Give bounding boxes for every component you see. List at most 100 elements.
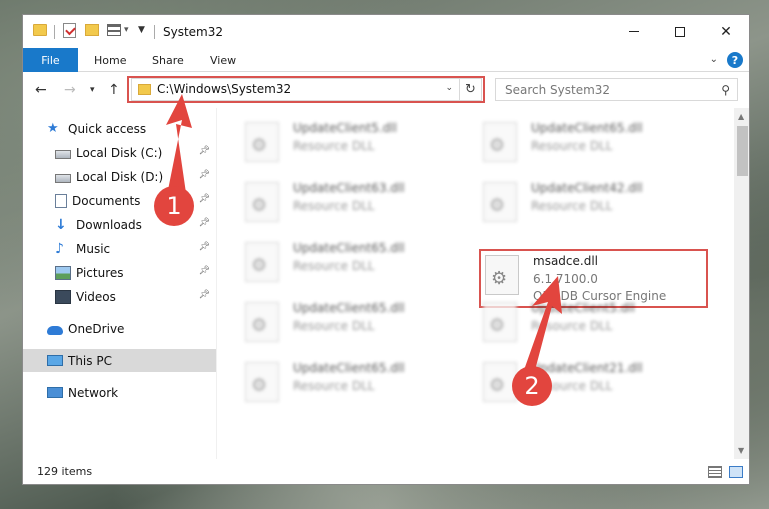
- file-type: Resource DLL: [293, 199, 375, 213]
- customize-toolbar-icon[interactable]: ▼: [138, 25, 145, 35]
- sidebar-item-pictures[interactable]: Pictures 📌︎: [23, 261, 216, 284]
- dll-file-icon: [483, 182, 517, 222]
- file-name: UpdateClient65.dll: [293, 361, 405, 375]
- dll-file-icon: [245, 362, 279, 402]
- minimize-icon: [629, 31, 639, 32]
- file-name: UpdateClient65.dll: [293, 241, 405, 255]
- divider: [54, 25, 55, 39]
- properties-icon[interactable]: [63, 23, 76, 38]
- disk-icon: [55, 173, 71, 183]
- sidebar-item-local-disk-c[interactable]: Local Disk (C:) 📌︎: [23, 141, 216, 164]
- sidebar-item-label: Quick access: [68, 121, 147, 136]
- search-placeholder: Search System32: [505, 83, 611, 97]
- scroll-thumb[interactable]: [737, 126, 748, 176]
- close-button[interactable]: ✕: [703, 15, 749, 48]
- item-count: 129 items: [37, 465, 93, 478]
- folder-icon[interactable]: [33, 24, 47, 36]
- sidebar-item-label: This PC: [68, 353, 112, 368]
- dll-file-icon: [483, 302, 517, 342]
- pictures-icon: [55, 265, 71, 280]
- maximize-icon: [675, 26, 685, 37]
- tab-share[interactable]: Share: [152, 48, 184, 72]
- sidebar-item-quick-access[interactable]: ★ Quick access: [23, 117, 216, 140]
- sidebar-item-label: Pictures: [76, 265, 124, 280]
- tiles-view-icon[interactable]: [729, 466, 743, 478]
- videos-icon: [55, 289, 71, 304]
- sidebar-item-label: Documents: [72, 193, 141, 208]
- step-badge-2: 2: [512, 366, 552, 406]
- file-tile[interactable]: UpdateClient65.dll Resource DLL: [241, 238, 466, 286]
- view-icon[interactable]: [107, 24, 121, 36]
- recent-locations-icon[interactable]: ▾: [90, 85, 95, 95]
- cloud-icon: [47, 325, 63, 335]
- star-icon: ★: [47, 120, 59, 136]
- navigation-bar: ← → ▾ ↑ C:\Windows\System32 ⌄ ↻ Search S…: [23, 72, 749, 108]
- window-title: System32: [163, 25, 224, 39]
- minimize-button[interactable]: [611, 15, 657, 48]
- pin-icon[interactable]: 📌︎: [199, 242, 210, 252]
- forward-arrow-icon[interactable]: →: [64, 82, 76, 98]
- tab-home[interactable]: Home: [94, 48, 126, 72]
- file-name: UpdateClient42.dll: [531, 181, 643, 195]
- step-badge-1: 1: [154, 186, 194, 226]
- sidebar-item-label: OneDrive: [68, 321, 125, 336]
- sidebar-item-label: Network: [68, 385, 119, 400]
- pin-icon[interactable]: 📌︎: [199, 290, 210, 300]
- dll-file-icon: [245, 182, 279, 222]
- file-name: UpdateClient63.dll: [293, 181, 405, 195]
- pin-icon[interactable]: 📌︎: [199, 146, 210, 156]
- expand-ribbon-icon[interactable]: ⌄: [710, 54, 718, 65]
- scroll-up-icon[interactable]: ▲: [738, 112, 744, 121]
- file-tile[interactable]: UpdateClient5.dll Resource DLL: [241, 118, 466, 166]
- sidebar-item-network[interactable]: Network: [23, 381, 216, 404]
- file-tile[interactable]: UpdateClient65.dll Resource DLL: [241, 298, 466, 346]
- title-bar: ▾ ▼ System32 ✕: [23, 15, 749, 48]
- dll-file-icon: [245, 302, 279, 342]
- file-tile[interactable]: UpdateClient5.dll Resource DLL: [479, 298, 704, 346]
- sidebar-item-local-disk-d[interactable]: Local Disk (D:) 📌︎: [23, 165, 216, 188]
- file-tile[interactable]: UpdateClient42.dll Resource DLL: [479, 178, 704, 226]
- details-view-icon[interactable]: [708, 466, 722, 478]
- file-type: Resource DLL: [293, 259, 375, 273]
- sidebar-item-music[interactable]: ♪ Music 📌︎: [23, 237, 216, 260]
- navigation-pane: ★ Quick access Local Disk (C:) 📌︎ Local …: [23, 108, 216, 459]
- search-icon[interactable]: ⚲: [721, 83, 730, 97]
- address-highlight-box: [127, 76, 485, 103]
- search-input[interactable]: Search System32 ⚲: [495, 78, 738, 101]
- chevron-down-icon[interactable]: ▾: [124, 25, 129, 35]
- file-tile[interactable]: UpdateClient65.dll Resource DLL: [479, 118, 704, 166]
- disk-icon: [55, 149, 71, 159]
- up-arrow-icon[interactable]: ↑: [108, 82, 120, 98]
- sidebar-item-label: Local Disk (D:): [76, 169, 164, 184]
- new-folder-icon[interactable]: [85, 24, 99, 36]
- download-icon: ↓: [55, 216, 67, 233]
- documents-icon: [55, 193, 67, 208]
- file-name: UpdateClient5.dll: [293, 121, 397, 135]
- tab-view[interactable]: View: [210, 48, 236, 72]
- dll-file-icon: [245, 122, 279, 162]
- vertical-scrollbar[interactable]: ▲ ▼: [734, 108, 749, 459]
- pin-icon[interactable]: 📌︎: [199, 266, 210, 276]
- sidebar-item-label: Local Disk (C:): [76, 145, 163, 160]
- pin-icon[interactable]: 📌︎: [199, 218, 210, 228]
- divider: [154, 25, 155, 39]
- scroll-down-icon[interactable]: ▼: [738, 446, 744, 455]
- help-icon[interactable]: ?: [727, 52, 743, 68]
- file-type: Resource DLL: [531, 139, 613, 153]
- sidebar-item-label: Videos: [76, 289, 116, 304]
- ribbon-tabs: File Home Share View ⌄ ?: [23, 48, 749, 72]
- close-icon: ✕: [720, 23, 732, 40]
- maximize-button[interactable]: [657, 15, 703, 48]
- file-tile[interactable]: UpdateClient65.dll Resource DLL: [241, 358, 466, 406]
- file-tile[interactable]: UpdateClient63.dll Resource DLL: [241, 178, 466, 226]
- sidebar-item-this-pc[interactable]: This PC: [23, 349, 216, 372]
- sidebar-item-onedrive[interactable]: OneDrive: [23, 317, 216, 340]
- pin-icon[interactable]: 📌︎: [199, 194, 210, 204]
- dll-file-icon: [483, 122, 517, 162]
- file-type: Resource DLL: [293, 379, 375, 393]
- back-arrow-icon[interactable]: ←: [35, 82, 47, 98]
- sidebar-item-videos[interactable]: Videos 📌︎: [23, 285, 216, 308]
- pin-icon[interactable]: 📌︎: [199, 170, 210, 180]
- tab-file[interactable]: File: [23, 48, 78, 72]
- music-icon: ♪: [55, 240, 64, 257]
